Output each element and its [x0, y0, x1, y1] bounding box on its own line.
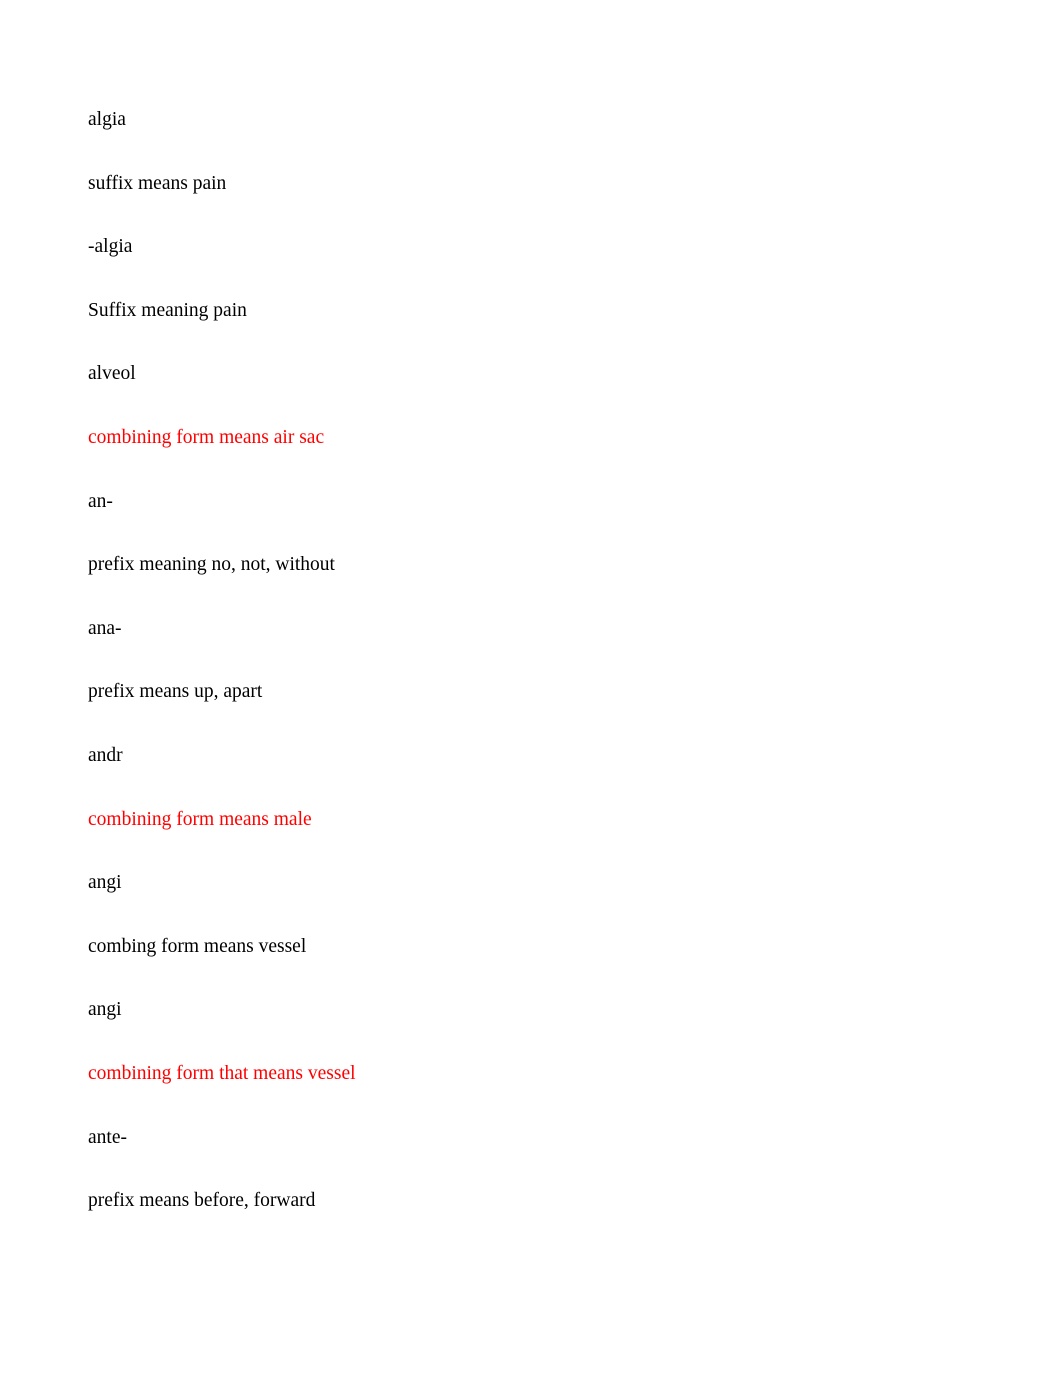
document-page: algia suffix means pain -algia Suffix me…	[0, 0, 1062, 1376]
document-line: andr	[88, 746, 972, 810]
term-text: angi	[88, 872, 122, 894]
definition-text: prefix means before, forward	[88, 1190, 316, 1212]
definition-text-highlighted: combining form that means vessel	[88, 1062, 356, 1084]
term-text: algia	[88, 109, 126, 130]
document-line: prefix means before, forward	[88, 1191, 972, 1255]
document-line: algia	[88, 110, 972, 174]
document-line: ana-	[88, 619, 972, 683]
document-line: Suffix meaning pain	[88, 301, 972, 365]
document-line: prefix meaning no, not, without	[88, 555, 972, 619]
document-line: an-	[88, 492, 972, 556]
definition-text: combing form means vessel	[88, 935, 307, 957]
document-line: combining form means male	[88, 810, 972, 874]
term-text: angi	[88, 999, 122, 1021]
document-line: suffix means pain	[88, 174, 972, 238]
document-line: combining form that means vessel	[88, 1064, 972, 1128]
definition-text: prefix means up, apart	[88, 681, 263, 703]
term-text: alveol	[88, 363, 136, 385]
term-text: andr	[88, 744, 123, 766]
definition-text-highlighted: combining form means male	[88, 808, 312, 830]
document-line: prefix means up, apart	[88, 682, 972, 746]
term-text: an-	[88, 490, 113, 512]
definition-text: prefix meaning no, not, without	[88, 554, 335, 576]
document-line: angi	[88, 1000, 972, 1064]
term-text: ante-	[88, 1126, 127, 1148]
definition-text: suffix means pain	[88, 172, 227, 194]
document-line: combing form means vessel	[88, 937, 972, 1001]
document-body: algia suffix means pain -algia Suffix me…	[88, 110, 972, 1255]
document-line: alveol	[88, 364, 972, 428]
definition-text-highlighted: combining form means air sac	[88, 426, 325, 448]
document-line: combining form means air sac	[88, 428, 972, 492]
definition-text: Suffix meaning pain	[88, 299, 247, 321]
document-line: angi	[88, 873, 972, 937]
term-text: -algia	[88, 236, 133, 258]
document-line: ante-	[88, 1126, 972, 1192]
term-text: ana-	[88, 617, 122, 639]
document-line: -algia	[88, 237, 972, 301]
